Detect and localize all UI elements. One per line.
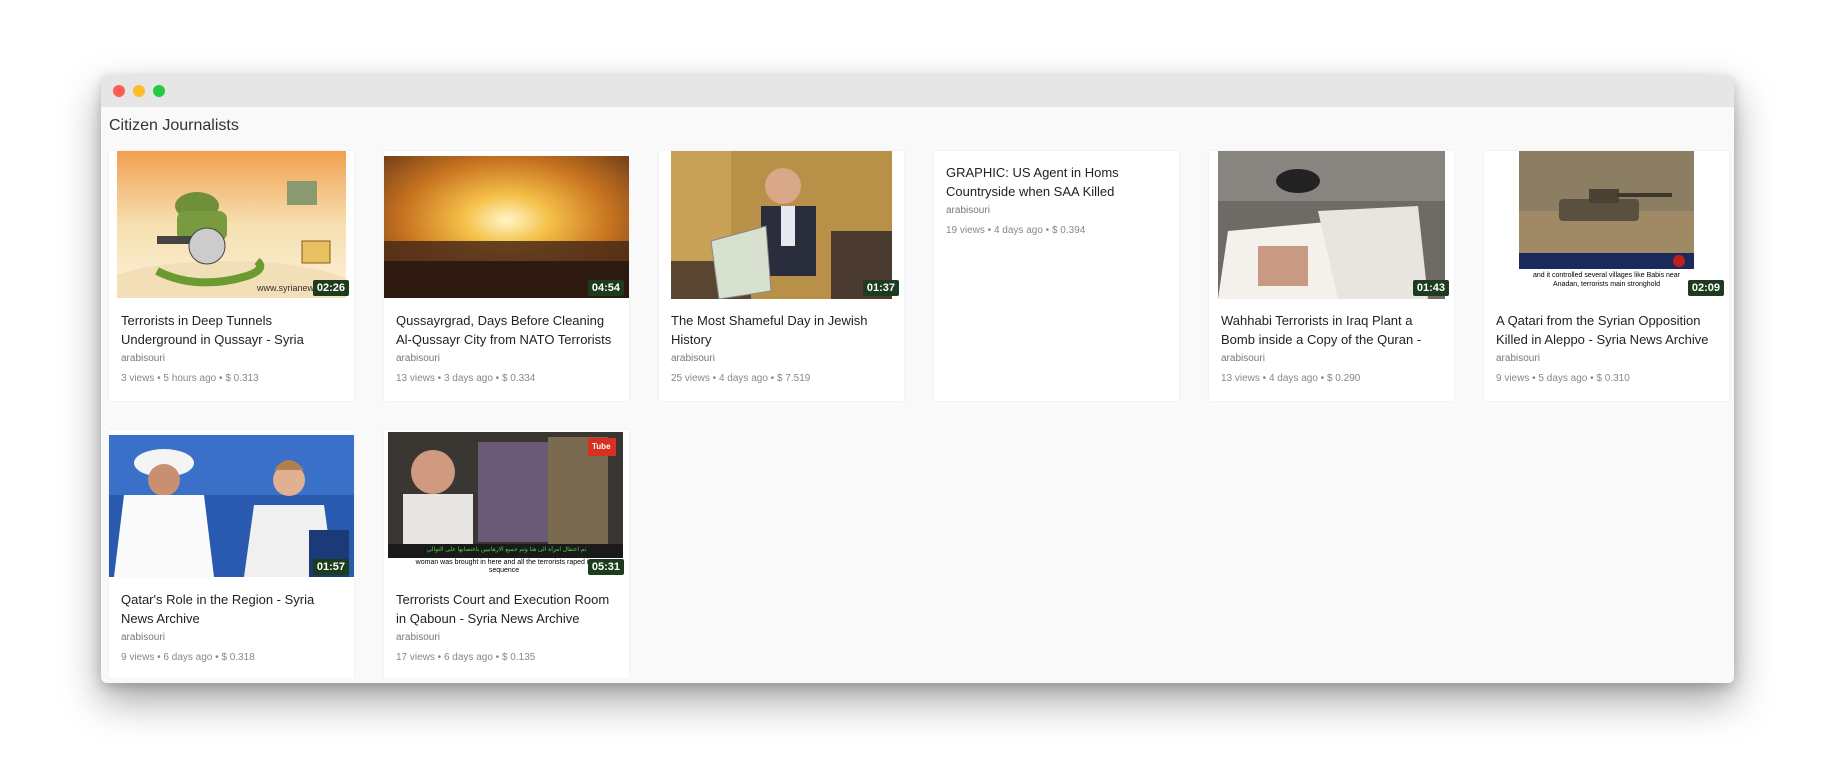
video-card[interactable]: 04:54 Qussayrgrad, Days Before Cleaning … <box>384 151 629 401</box>
video-title[interactable]: Qussayrgrad, Days Before Cleaning Al-Qus… <box>396 311 617 349</box>
title-bar <box>101 75 1734 107</box>
video-price: $ 0.290 <box>1326 373 1361 384</box>
video-card[interactable]: 01:37 The Most Shameful Day in Jewish Hi… <box>659 151 904 401</box>
video-thumbnail[interactable]: 01:37 <box>659 151 904 301</box>
author-link[interactable]: arabisouri <box>1221 353 1442 364</box>
video-meta: 13 views • 3 days ago • $ 0.334 <box>396 373 536 384</box>
man-reading-book-thumbnail <box>671 151 892 299</box>
video-title[interactable]: The Most Shameful Day in Jewish History <box>671 311 892 349</box>
city-sunset-thumbnail <box>384 156 629 298</box>
video-price: $ 0.318 <box>221 652 255 663</box>
video-meta: 9 views • 5 days ago • $ 0.310 <box>1496 373 1630 384</box>
view-count: 13 views <box>1221 373 1260 384</box>
video-thumbnail[interactable]: تم اعتقال امرأة الى هنا وتم جميع الارهاب… <box>384 430 629 580</box>
video-card[interactable]: تم اعتقال امرأة الى هنا وتم جميع الارهاب… <box>384 430 629 678</box>
author-link[interactable]: arabisouri <box>671 353 892 364</box>
upload-age: 6 days ago <box>443 652 493 663</box>
section-title: Citizen Journalists <box>109 117 239 134</box>
video-price: $ 0.334 <box>501 373 536 384</box>
upload-age: 4 days ago <box>993 225 1043 236</box>
zoom-window-button[interactable] <box>153 85 165 97</box>
view-count: 3 views <box>121 373 155 384</box>
cartoon-soldier-thumbnail: www.syrianews.cc <box>117 151 346 298</box>
video-card[interactable]: 01:43 Wahhabi Terrorists in Iraq Plant a… <box>1209 151 1454 401</box>
close-window-button[interactable] <box>113 85 125 97</box>
author-link[interactable]: arabisouri <box>1496 353 1717 364</box>
author-link[interactable]: arabisouri <box>396 632 617 643</box>
tube-logo: Tube <box>592 442 611 451</box>
video-title[interactable]: A Qatari from the Syrian Opposition Kill… <box>1496 311 1717 349</box>
video-meta: 17 views • 6 days ago • $ 0.135 <box>396 652 536 663</box>
duration-badge: 01:57 <box>312 559 349 575</box>
video-title[interactable]: GRAPHIC: US Agent in Homs Countryside wh… <box>946 163 1167 201</box>
duration-badge: 02:26 <box>312 280 349 296</box>
video-meta: 3 views • 5 hours ago • $ 0.313 <box>121 373 259 384</box>
two-politicians-thumbnail <box>109 435 354 577</box>
duration-badge: 01:43 <box>1412 280 1449 296</box>
book-bomb-thumbnail <box>1218 151 1445 299</box>
duration-badge: 05:31 <box>587 559 624 575</box>
video-title[interactable]: Qatar's Role in the Region - Syria News … <box>121 590 342 628</box>
view-count: 9 views <box>1496 373 1530 384</box>
upload-age: 5 hours ago <box>163 373 217 384</box>
video-thumbnail[interactable]: 01:43 <box>1209 151 1454 301</box>
video-card[interactable]: GRAPHIC: US Agent in Homs Countryside wh… <box>934 151 1179 401</box>
author-link[interactable]: arabisouri <box>396 353 617 364</box>
video-price: $ 0.313 <box>225 373 259 384</box>
author-link[interactable]: arabisouri <box>946 205 1167 216</box>
view-count: 13 views <box>396 373 435 384</box>
video-price: $ 0.394 <box>1051 225 1086 236</box>
video-thumbnail[interactable]: 04:54 <box>384 151 629 301</box>
man-in-room-thumbnail <box>388 432 623 578</box>
video-meta: 9 views • 6 days ago • $ 0.318 <box>121 652 255 663</box>
minimize-window-button[interactable] <box>133 85 145 97</box>
news-ticker-caption: and it controlled several villages like … <box>1532 272 1681 288</box>
video-card[interactable]: www.syrianews.cc 02:26 Terrorists in Dee… <box>109 151 354 401</box>
view-count: 25 views <box>671 373 710 384</box>
video-thumbnail[interactable]: 01:57 <box>109 430 354 580</box>
upload-age: 5 days ago <box>1538 373 1588 384</box>
video-title[interactable]: Terrorists in Deep Tunnels Underground i… <box>121 311 342 349</box>
author-link[interactable]: arabisouri <box>121 632 342 643</box>
duration-badge: 01:37 <box>862 280 899 296</box>
video-price: $ 0.310 <box>1596 373 1630 384</box>
video-thumbnail[interactable]: and it controlled several villages like … <box>1484 151 1729 301</box>
view-count: 17 views <box>396 652 435 663</box>
view-count: 19 views <box>946 225 985 236</box>
upload-age: 3 days ago <box>443 373 493 384</box>
upload-age: 4 days ago <box>718 373 768 384</box>
duration-badge: 04:54 <box>587 280 624 296</box>
video-price: $ 0.135 <box>501 652 536 663</box>
video-card[interactable]: 01:57 Qatar's Role in the Region - Syria… <box>109 430 354 678</box>
video-meta: 19 views • 4 days ago • $ 0.394 <box>946 225 1086 236</box>
video-title[interactable]: Terrorists Court and Execution Room in Q… <box>396 590 617 628</box>
arabic-subtitle: تم اعتقال امرأة الى هنا وتم جميع الارهاب… <box>426 547 587 553</box>
view-count: 9 views <box>121 652 155 663</box>
video-title[interactable]: Wahhabi Terrorists in Iraq Plant a Bomb … <box>1221 311 1442 349</box>
upload-age: 6 days ago <box>163 652 213 663</box>
duration-badge: 02:09 <box>1687 280 1724 296</box>
video-meta: 25 views • 4 days ago • $ 7.519 <box>671 373 811 384</box>
upload-age: 4 days ago <box>1268 373 1318 384</box>
app-window: Citizen Journalists www.syrianews.cc 02:… <box>101 75 1734 683</box>
video-card[interactable]: and it controlled several villages like … <box>1484 151 1729 401</box>
video-thumbnail[interactable]: www.syrianews.cc 02:26 <box>109 151 354 301</box>
english-subtitle: woman was brought in here and all the te… <box>415 559 593 574</box>
video-price: $ 7.519 <box>776 373 811 384</box>
video-meta: 13 views • 4 days ago • $ 0.290 <box>1221 373 1361 384</box>
author-link[interactable]: arabisouri <box>121 353 342 364</box>
